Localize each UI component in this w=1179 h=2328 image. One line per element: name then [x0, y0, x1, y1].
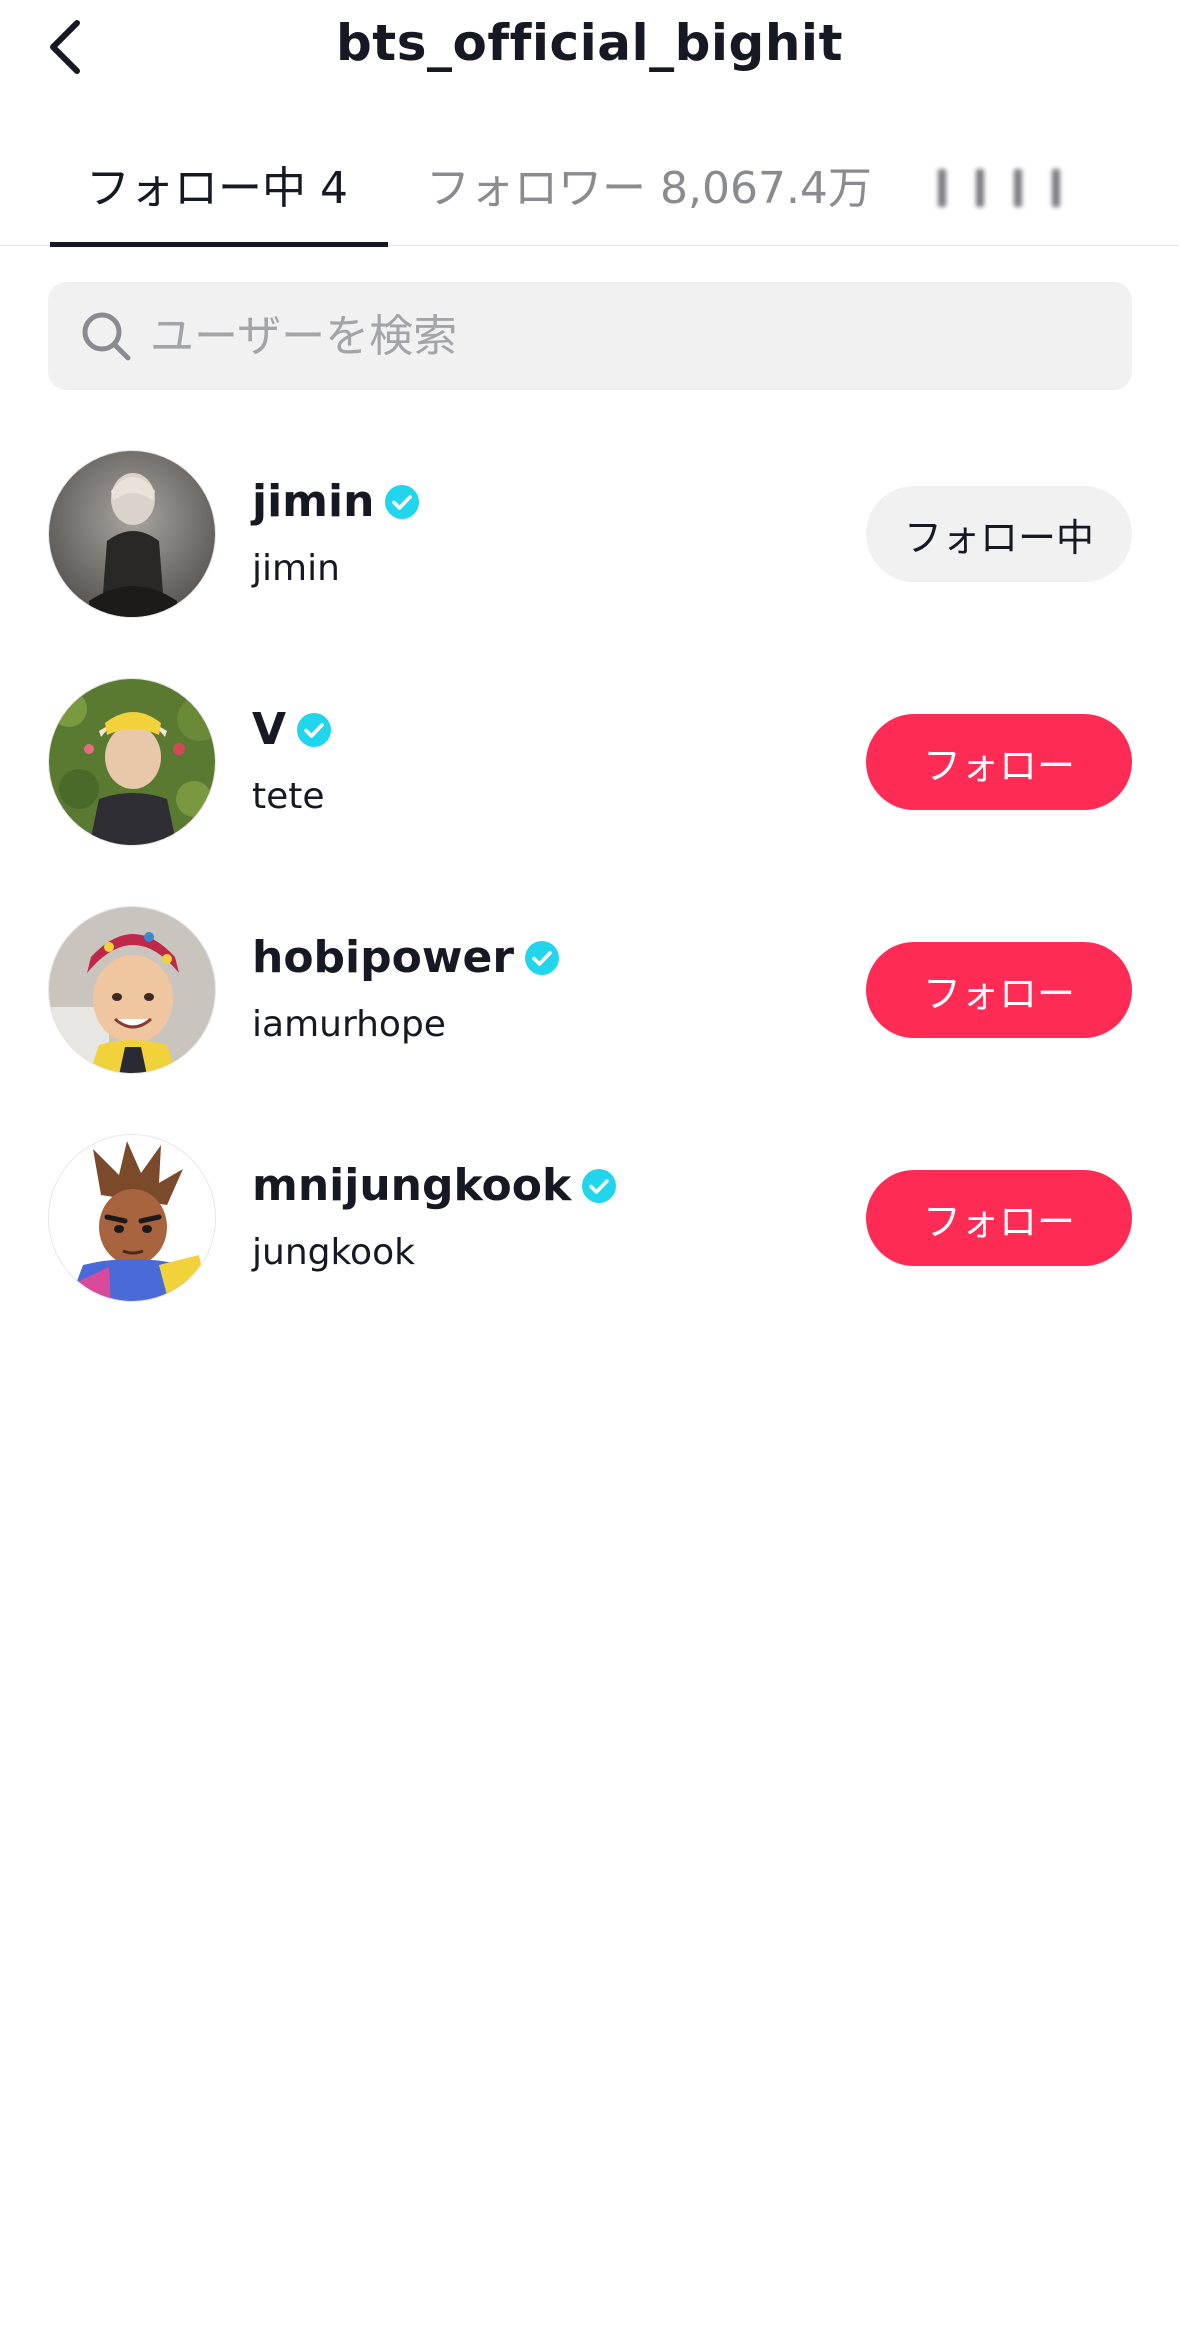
follow-button[interactable]: フォロー [866, 1170, 1132, 1266]
list-item[interactable]: V tete フォロー [0, 658, 1179, 886]
tab-followers[interactable]: フォロワー 8,067.4万 [426, 152, 872, 216]
list-item[interactable]: mnijungkook jungkook フォロー [0, 1114, 1179, 1342]
tab-following[interactable]: フォロー中 4 [86, 152, 348, 216]
active-tab-indicator [50, 242, 388, 247]
avatar[interactable] [48, 450, 216, 618]
display-name[interactable]: mnijungkook [252, 1160, 571, 1211]
list-item[interactable]: hobipower iamurhope フォロー [0, 886, 1179, 1114]
page-title: bts_official_bighit [336, 14, 843, 72]
tab-bar: フォロー中 4 フォロワー 8,067.4万 [0, 130, 1179, 247]
avatar[interactable] [48, 678, 216, 846]
verified-badge-icon [385, 484, 420, 519]
list-item[interactable]: jimin jimin フォロー中 [0, 430, 1179, 658]
name-line: jimin [252, 476, 420, 527]
username: jimin [252, 548, 340, 589]
avatar[interactable] [48, 1134, 216, 1302]
verified-badge-icon [525, 940, 560, 975]
verified-badge-icon [582, 1168, 617, 1203]
name-line: V [252, 704, 332, 755]
following-button[interactable]: フォロー中 [866, 486, 1132, 582]
display-name[interactable]: hobipower [252, 932, 514, 983]
search-input[interactable] [150, 310, 1050, 362]
follow-button[interactable]: フォロー [866, 714, 1132, 810]
username: jungkook [252, 1232, 415, 1273]
search-icon [82, 312, 131, 361]
avatar[interactable] [48, 906, 216, 1074]
name-line: mnijungkook [252, 1160, 617, 1211]
display-name[interactable]: jimin [252, 476, 374, 527]
verified-badge-icon [297, 712, 332, 747]
username: iamurhope [252, 1004, 446, 1045]
display-name[interactable]: V [252, 704, 286, 755]
header: bts_official_bighit [0, 0, 1179, 95]
tab-blurred[interactable] [938, 158, 1118, 218]
search-bar[interactable] [48, 282, 1132, 390]
follow-button[interactable]: フォロー [866, 942, 1132, 1038]
username: tete [252, 776, 325, 817]
name-line: hobipower [252, 932, 560, 983]
